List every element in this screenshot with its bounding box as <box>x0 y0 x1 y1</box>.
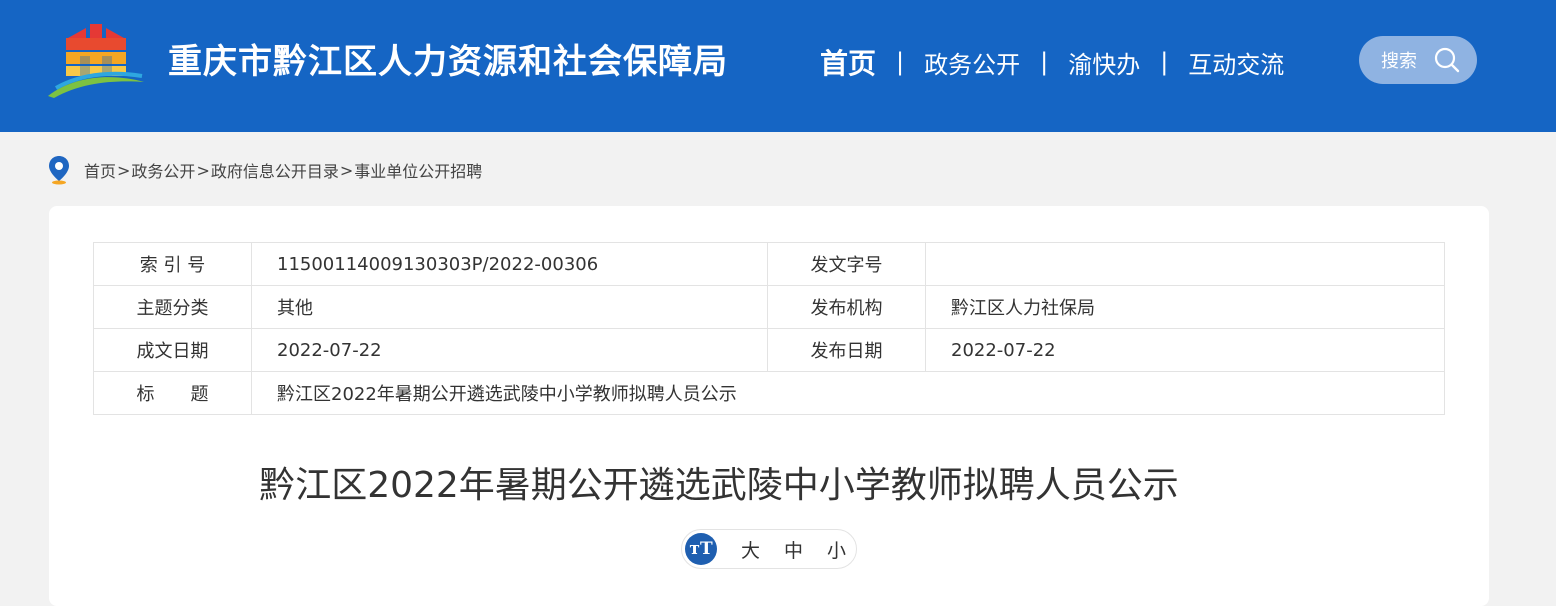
nav-item-yukuaiban[interactable]: 渝快办 <box>1068 45 1140 80</box>
written-date-label: 成文日期 <box>93 328 252 372</box>
document-meta-table: 索 引 号 11500114009130303P/2022-00306 发文字号… <box>93 242 1445 415</box>
search-icon <box>1434 47 1460 73</box>
nav-separator: | <box>1160 48 1169 76</box>
document-number-label: 发文字号 <box>767 242 926 286</box>
nav-item-home[interactable]: 首页 <box>820 42 876 82</box>
font-size-switcher: тT 大 中 小 <box>681 529 857 569</box>
publisher-label: 发布机构 <box>767 285 926 329</box>
document-number-value <box>925 242 1445 286</box>
table-row: 标 题 黔江区2022年暑期公开遴选武陵中小学教师拟聘人员公示 <box>93 371 1445 415</box>
nav-item-interaction[interactable]: 互动交流 <box>1188 45 1284 80</box>
font-size-medium-button[interactable]: 中 <box>784 536 803 563</box>
topic-label: 主题分类 <box>93 285 252 329</box>
breadcrumb-separator: > <box>117 160 131 180</box>
main-nav: 首页 | 政务公开 | 渝快办 | 互动交流 <box>820 40 1284 84</box>
text-size-icon: тT <box>685 533 717 565</box>
publish-date-value: 2022-07-22 <box>925 328 1445 372</box>
breadcrumb-separator: > <box>196 160 210 180</box>
breadcrumb-info-catalog[interactable]: 政府信息公开目录 <box>211 158 339 182</box>
breadcrumb: 首页 > 政务公开 > 政府信息公开目录 > 事业单位公开招聘 <box>48 155 482 185</box>
nav-separator: | <box>896 48 905 76</box>
table-row: 索 引 号 11500114009130303P/2022-00306 发文字号 <box>93 242 1445 286</box>
search-button[interactable]: 搜索 <box>1359 36 1477 84</box>
nav-separator: | <box>1040 48 1049 76</box>
breadcrumb-home[interactable]: 首页 <box>84 158 116 182</box>
font-size-small-button[interactable]: 小 <box>827 536 846 563</box>
site-title[interactable]: 重庆市黔江区人力资源和社会保障局 <box>168 38 728 86</box>
title-value: 黔江区2022年暑期公开遴选武陵中小学教师拟聘人员公示 <box>251 371 1445 415</box>
city-gate-logo-icon[interactable] <box>46 22 146 100</box>
table-row: 成文日期 2022-07-22 发布日期 2022-07-22 <box>93 328 1445 372</box>
publisher-value: 黔江区人力社保局 <box>925 285 1445 329</box>
index-number-value: 11500114009130303P/2022-00306 <box>251 242 768 286</box>
table-row: 主题分类 其他 发布机构 黔江区人力社保局 <box>93 285 1445 329</box>
nav-item-government-affairs[interactable]: 政务公开 <box>924 45 1020 80</box>
breadcrumb-public-recruitment[interactable]: 事业单位公开招聘 <box>354 158 482 182</box>
written-date-value: 2022-07-22 <box>251 328 768 372</box>
title-label: 标 题 <box>93 371 252 415</box>
index-number-label: 索 引 号 <box>93 242 252 286</box>
topic-value: 其他 <box>251 285 768 329</box>
publish-date-label: 发布日期 <box>767 328 926 372</box>
breadcrumb-government-affairs[interactable]: 政务公开 <box>131 158 195 182</box>
site-header: 重庆市黔江区人力资源和社会保障局 首页 | 政务公开 | 渝快办 | 互动交流 … <box>0 0 1556 132</box>
breadcrumb-separator: > <box>339 160 354 180</box>
font-size-large-button[interactable]: 大 <box>741 536 760 563</box>
location-pin-icon <box>49 156 69 185</box>
search-label: 搜索 <box>1381 51 1417 72</box>
article-title: 黔江区2022年暑期公开遴选武陵中小学教师拟聘人员公示 <box>259 465 1179 506</box>
article-card: 索 引 号 11500114009130303P/2022-00306 发文字号… <box>49 206 1489 606</box>
